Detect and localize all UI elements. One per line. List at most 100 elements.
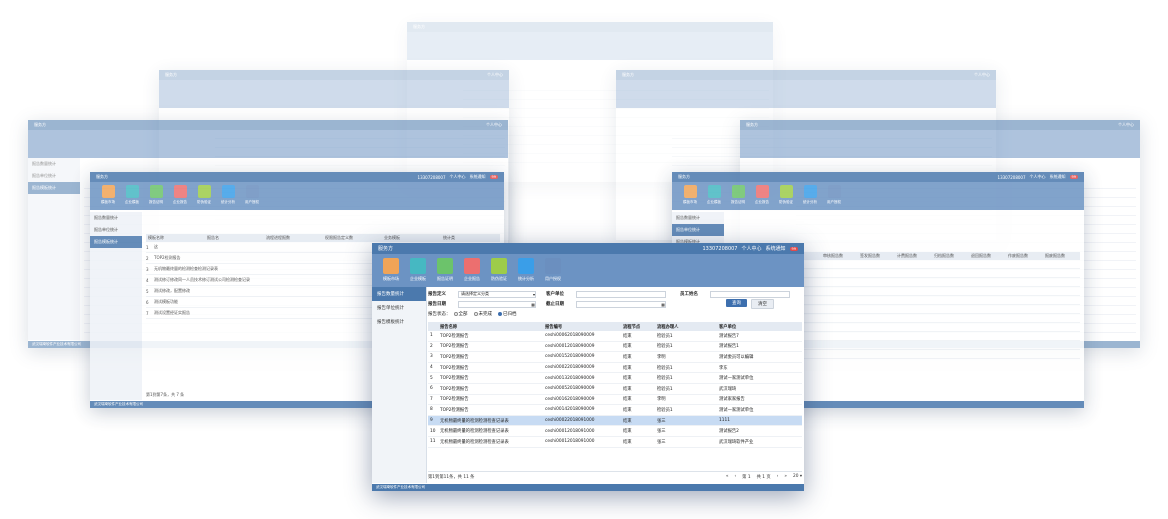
column-header: 退回报告数	[971, 253, 991, 258]
table-cell: ceshi00052018090009	[543, 383, 621, 395]
table-cell: TOP2检测报告	[438, 331, 543, 342]
table-cell: TOP2检测报告	[438, 404, 543, 416]
sidebar: 报告数量统计 报告单位统计 报告模板统计	[28, 158, 80, 340]
table-row[interactable]: 9 无机物最终量的检测检测检查记录表 ceshi00022018091000 结束 张三…	[428, 415, 802, 427]
table-cell: 检验员1	[655, 341, 717, 353]
row-number: 6	[146, 299, 149, 305]
table-row[interactable]: 10 无机物最终量的检测检测检查记录表 ceshi00012018091000 结束张…	[428, 425, 802, 437]
last-page-icon[interactable]: »	[784, 474, 787, 480]
table-cell: 测试一家测试单位	[717, 372, 802, 384]
bg-table-header: 模板名称 报告名 流程进程报数 权限报告定义数 业务模板 统计类	[146, 234, 500, 242]
column-header: 报废报告数	[1045, 253, 1065, 258]
calendar-icon[interactable]: ▦	[661, 302, 665, 307]
page-size-select[interactable]: 20 ▾	[793, 474, 802, 480]
toolbar	[616, 80, 996, 108]
status-label: 报告状态：	[428, 312, 451, 317]
table-row[interactable]: 1 TOP2检测报告 ceshi00062018090009 结束 检验员1 测试报告7	[428, 331, 802, 342]
toolbar	[407, 32, 773, 60]
staff-input[interactable]	[710, 290, 790, 298]
calendar-icon[interactable]: ▦	[531, 302, 535, 307]
toolbar-label: 防伪验证	[491, 276, 507, 281]
toolbar-label: 企业模板	[410, 276, 426, 281]
row-label: TOP2检测报告	[154, 255, 181, 260]
table-cell: 3	[428, 351, 438, 363]
next-page-icon[interactable]: ›	[777, 474, 779, 480]
page-input[interactable]: 第 1	[742, 474, 750, 480]
prev-page-icon[interactable]: ‹	[734, 474, 736, 480]
table-cell: 8	[428, 404, 438, 416]
table-cell: 9	[428, 415, 438, 427]
clear-button[interactable]: 清空	[751, 299, 774, 309]
table-row[interactable]: 5 TOP2检测报告 ceshi00132018090009 结束 检验员1 测试一家测试…	[428, 372, 802, 384]
sidebar-item-report-unit[interactable]: 报告单位统计	[372, 301, 426, 315]
end-date-input[interactable]: ▦	[576, 300, 666, 308]
table-cell: 结束	[621, 383, 655, 395]
table-row[interactable]: 4 TOP2检测报告 ceshi00022018090009 结束 检验员1 李东	[428, 362, 802, 374]
toolbar-label: 企业报告	[173, 200, 187, 204]
toolbar-item-2[interactable]: 报告证明	[434, 258, 456, 283]
toolbar-item-6[interactable]: 用户授权	[542, 258, 564, 283]
toolbar-label: 统计分析	[803, 200, 817, 204]
table-cell: 检验员1	[655, 404, 717, 416]
column-header: 流程进程报数	[266, 235, 290, 240]
toolbar-label: 报告证明	[149, 200, 163, 204]
search-button[interactable]: 查询	[726, 299, 747, 307]
column-header: 流程办理人	[655, 322, 717, 331]
staff-label: 员工姓名	[680, 292, 698, 297]
document-icon	[464, 258, 480, 274]
table-cell: 张三	[655, 436, 717, 448]
table-row[interactable]: 8 TOP2检测报告 ceshi00142018090009 结束 检验员1 测试一家测试…	[428, 404, 802, 416]
toolbar-item-5[interactable]: 统计分析	[515, 258, 537, 283]
table-cell: 武汉瑞琦	[717, 383, 802, 395]
status-archived-radio[interactable]: 已归档	[498, 311, 517, 317]
table-cell: ceshi00152018090009	[543, 351, 621, 363]
column-header	[428, 322, 438, 331]
toolbar-label: 模板市场	[101, 200, 115, 204]
sidebar: 报告数量统计 报告单位统计 报告模板统计	[90, 212, 142, 400]
report-date-input[interactable]: ▦	[458, 300, 536, 308]
table-row[interactable]: 7 TOP2检测报告 ceshi00162018090009 结束 李明 测试家家报告	[428, 394, 802, 406]
toolbar-item-0[interactable]: 模板市场	[380, 258, 402, 283]
report-def-select[interactable]: 请选择定义分类 ▾	[458, 290, 536, 298]
client-input[interactable]	[576, 290, 666, 298]
table-cell: 6	[428, 383, 438, 395]
bg-table-header: 统计数审核报告数签发报告数计费报告数归档报告数退回报告数作废报告数报废报告数	[784, 252, 1080, 260]
table-cell: 测试报告7	[717, 331, 802, 342]
system-message-link[interactable]: 系统通知	[766, 245, 786, 252]
table-cell: 无机物最终量的检测检测检查记录表	[438, 415, 543, 427]
column-header: 签发报告数	[860, 253, 880, 258]
sidebar-item-report-count[interactable]: 报告数量统计	[372, 287, 426, 301]
status-all-radio[interactable]: 全部	[453, 311, 468, 317]
toolbar-item-1[interactable]: 企业模板	[407, 258, 429, 283]
book-icon	[125, 185, 139, 198]
toolbar-item-3[interactable]: 企业报告	[461, 258, 483, 283]
table-row[interactable]: 11 无机物最终量的检测检测检查记录表 ceshi00012018091000 结束张…	[428, 436, 802, 448]
window-titlebar: 服务方	[407, 22, 773, 32]
user-center-link[interactable]: 个人中心	[742, 245, 762, 252]
table-header: 报告名称 报告编号 流程节点 流程办理人 客户单位	[428, 322, 802, 331]
shield-icon	[779, 185, 793, 198]
toolbar-item-1: 企业模板	[122, 185, 142, 207]
sidebar-item-report-template[interactable]: 报告模板统计	[372, 315, 426, 329]
table-row[interactable]: 2 TOP2检测报告 ceshi00012018090009 结束 检验员1 测试报告1	[428, 341, 802, 353]
column-header: 计费报告数	[897, 253, 917, 258]
table-cell: ceshi00142018090009	[543, 404, 621, 416]
report-table: 报告名称 报告编号 流程节点 流程办理人 客户单位 1 TOP2检测报告 ceshi0006…	[428, 322, 802, 448]
row-number: 7	[146, 310, 149, 316]
toolbar-item-4[interactable]: 防伪验证	[488, 258, 510, 283]
table-row[interactable]: 3 TOP2检测报告 ceshi00152018090009 结束 李明 测试委员可以编辑	[428, 351, 802, 363]
window-titlebar: 服务方 个人中心	[28, 120, 508, 130]
first-page-icon[interactable]: «	[726, 474, 729, 480]
table-cell: 结束	[621, 351, 655, 363]
report-date-label: 报告日期	[428, 302, 446, 307]
authorize-icon	[245, 185, 259, 198]
status-unfinished-radio[interactable]: 未完成	[473, 311, 492, 317]
table-row[interactable]: 6 TOP2检测报告 ceshi00052018090009 结束 检验员1 武汉瑞琦	[428, 383, 802, 395]
client-label: 客户单位	[546, 292, 564, 297]
row-label: 无机物最终量的检测检查检测记录表	[154, 266, 218, 271]
table-cell: TOP2检测报告	[438, 351, 543, 363]
toolbar-item-0: 模板市场	[98, 185, 118, 207]
pager: 第1到第11条，共 11 条 « ‹ 第 1 共 1 页 › » 20 ▾	[428, 471, 802, 481]
user-phone[interactable]: 13307208007	[703, 246, 738, 252]
table-cell: 测试一家测试单位	[717, 404, 802, 416]
